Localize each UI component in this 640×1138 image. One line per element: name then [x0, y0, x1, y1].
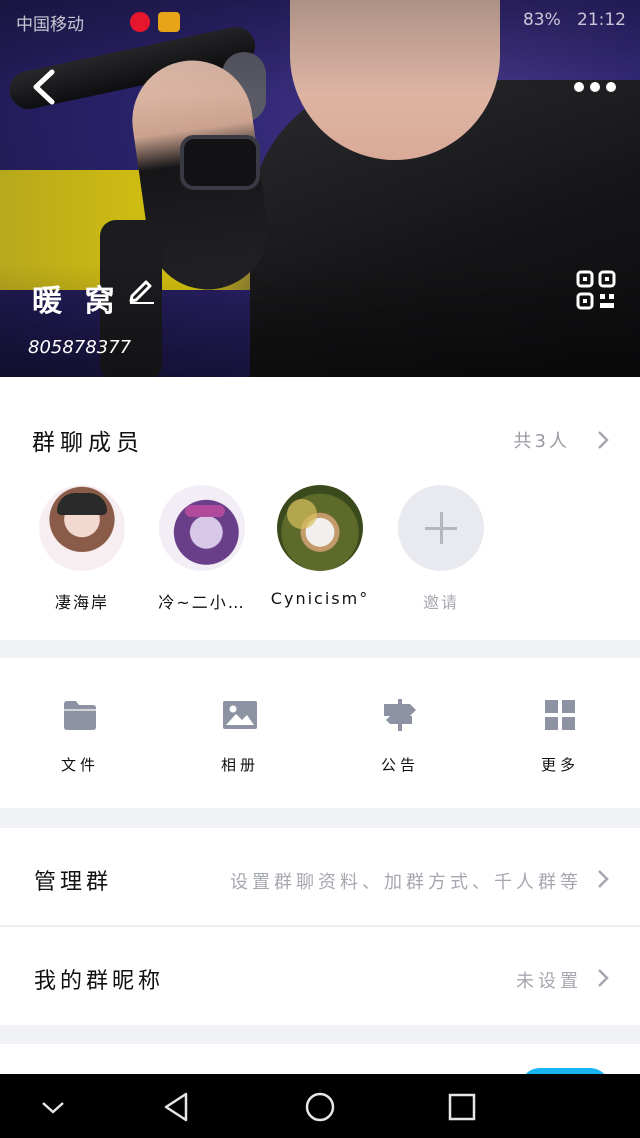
tool-label: 更多 — [540, 756, 579, 774]
carrier-label: 中国移动 — [16, 15, 84, 35]
group-tools-section: 文件 相册 公告 更多 — [0, 658, 640, 808]
back-triangle-icon[interactable] — [160, 1090, 194, 1124]
weibo-notification-icon — [130, 12, 150, 32]
invite-member-button[interactable]: 邀请 — [381, 485, 501, 613]
invite-label: 邀请 — [422, 593, 459, 612]
home-circle-icon[interactable] — [303, 1090, 337, 1124]
chevron-right-icon[interactable] — [596, 429, 610, 451]
tool-label: 文件 — [60, 756, 99, 774]
grid-icon — [545, 700, 575, 730]
status-bar: 中国移动 83% 21:12 — [0, 0, 640, 44]
group-nickname-value: 未设置 — [516, 971, 582, 992]
image-icon — [223, 701, 257, 729]
files-button[interactable]: 文件 — [40, 698, 120, 775]
pencil-icon[interactable] — [128, 276, 156, 304]
tool-label: 相册 — [220, 756, 259, 774]
chevron-down-icon[interactable] — [36, 1090, 70, 1124]
manage-group-description: 设置群聊资料、加群方式、千人群等 — [230, 872, 582, 893]
manage-group-row[interactable]: 管理群 设置群聊资料、加群方式、千人群等 — [0, 828, 640, 926]
group-nickname-label: 我的群昵称 — [34, 969, 165, 994]
member-avatar-1[interactable]: 凄海岸 — [22, 485, 142, 613]
signpost-icon — [384, 699, 416, 731]
more-tools-button[interactable]: 更多 — [520, 698, 600, 775]
members-title: 群聊成员 — [32, 430, 144, 456]
chevron-right-icon — [598, 969, 609, 987]
group-nickname-row[interactable]: 我的群昵称 未设置 — [0, 927, 640, 1025]
app-notification-icon — [158, 12, 180, 32]
member-avatar-3[interactable]: Cynicism° — [260, 485, 380, 608]
members-count[interactable]: 共3人 — [514, 427, 570, 453]
group-name: 暖 窝 — [32, 284, 121, 319]
member-name: 冷~二小… — [158, 593, 246, 612]
tool-label: 公告 — [380, 756, 419, 774]
folder-icon — [64, 701, 96, 730]
manage-group-label: 管理群 — [34, 870, 113, 895]
album-button[interactable]: 相册 — [200, 698, 280, 775]
chevron-left-icon[interactable] — [26, 66, 66, 108]
avatar — [159, 485, 245, 571]
group-id: 805878377 — [28, 337, 132, 358]
member-avatar-2[interactable]: 冷~二小… — [142, 485, 262, 613]
member-name: Cynicism° — [270, 589, 370, 608]
avatar — [39, 485, 125, 571]
system-navigation-bar — [0, 1074, 640, 1138]
plus-icon — [398, 485, 484, 571]
clock: 21:12 — [577, 10, 626, 30]
avatar — [277, 485, 363, 571]
group-members-section: 群聊成员 共3人 凄海岸 冷~二小… Cynicism° 邀请 — [0, 377, 640, 640]
chevron-right-icon — [598, 870, 609, 888]
recents-square-icon[interactable] — [445, 1090, 479, 1124]
group-cover-photo — [0, 0, 640, 377]
qr-code-icon[interactable] — [576, 270, 616, 310]
member-name: 凄海岸 — [54, 593, 109, 612]
announcement-button[interactable]: 公告 — [360, 698, 440, 775]
battery-level: 83% — [522, 10, 561, 30]
more-dots-icon[interactable] — [572, 76, 618, 98]
